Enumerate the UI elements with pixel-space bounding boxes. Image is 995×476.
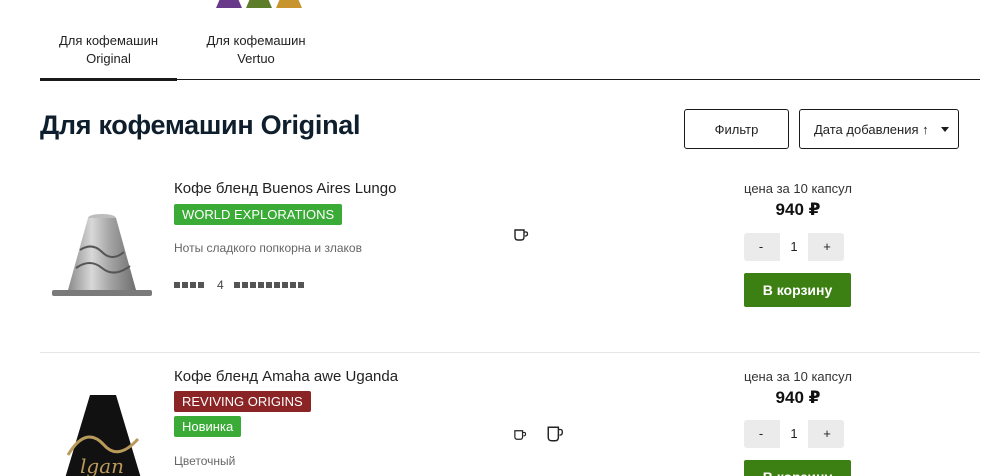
intensity-scale: 4 [174,278,306,292]
intensity-dot [182,282,188,288]
cup-icon [514,430,527,440]
capsule-type-tabs: Для кофемашин Original Для кофемашин Ver… [40,28,980,81]
increase-button[interactable]: + [810,420,844,448]
product-row: lgan Кофе бленд Amaha awe Uganda REVIVIN… [40,355,980,476]
collection-badge: REVIVING ORIGINS [174,391,311,412]
product-name[interactable]: Кофе бленд Amaha awe Uganda [174,368,398,385]
intensity-dot [198,282,204,288]
decrease-button[interactable]: - [744,420,778,448]
intensity-dot [281,282,288,288]
page-title: Для кофемашин Original [40,110,361,140]
capsule-image: lgan [65,395,141,476]
intensity-dot [174,282,180,288]
price-label: цена за 10 капсул [744,369,852,384]
intensity-dot [241,282,248,288]
new-badge: Новинка [174,416,242,437]
svg-text:lgan: lgan [80,454,124,476]
sort-dropdown[interactable]: Дата добавления ↑ [799,109,959,149]
quantity-input[interactable]: 1 [780,420,808,448]
intensity-dot [289,282,296,288]
quantity-stepper: - 1 + [744,233,844,261]
collection-badge: WORLD EXPLORATIONS [174,204,343,225]
sort-dropdown-label: Дата добавления ↑ [814,121,929,137]
aroma-notes: Цветочный [174,454,236,468]
intensity-dot [190,282,196,288]
tab-vertuo[interactable]: Для кофемашин Vertuo [188,32,324,80]
tab-original-label: Для кофемашин Original [58,33,159,66]
aroma-notes: Ноты сладкого попкорна и злаков [174,241,362,255]
capsule-strip-image [216,0,302,8]
product-row: Кофе бленд Buenos Aires Lungo WORLD EXPL… [40,170,980,353]
price-label: цена за 10 капсул [744,181,852,196]
capsule-image [52,214,152,296]
increase-button[interactable]: + [810,233,844,261]
chevron-down-icon [941,127,949,132]
intensity-dot [257,282,264,288]
intensity-dot [273,282,280,288]
intensity-dot [265,282,272,288]
quantity-input[interactable]: 1 [780,233,808,261]
intensity-value: 4 [217,278,224,292]
add-to-cart-button[interactable]: В корзину [744,460,851,476]
tab-vertuo-label: Для кофемашин Vertuo [206,33,306,66]
quantity-stepper: - 1 + [744,420,844,448]
price-value: 940 ₽ [775,200,821,219]
decrease-button[interactable]: - [744,233,778,261]
tab-original[interactable]: Для кофемашин Original [40,32,177,81]
price-value: 940 ₽ [775,388,821,407]
intensity-dot [233,282,240,288]
mug-icon [547,426,563,442]
filter-button-label: Фильтр [714,121,759,137]
add-to-cart-button[interactable]: В корзину [744,273,851,307]
product-name[interactable]: Кофе бленд Buenos Aires Lungo [174,180,396,197]
cup-icon [514,229,529,241]
intensity-dot [297,282,304,288]
filter-button[interactable]: Фильтр [684,109,789,149]
intensity-dot [249,282,256,288]
